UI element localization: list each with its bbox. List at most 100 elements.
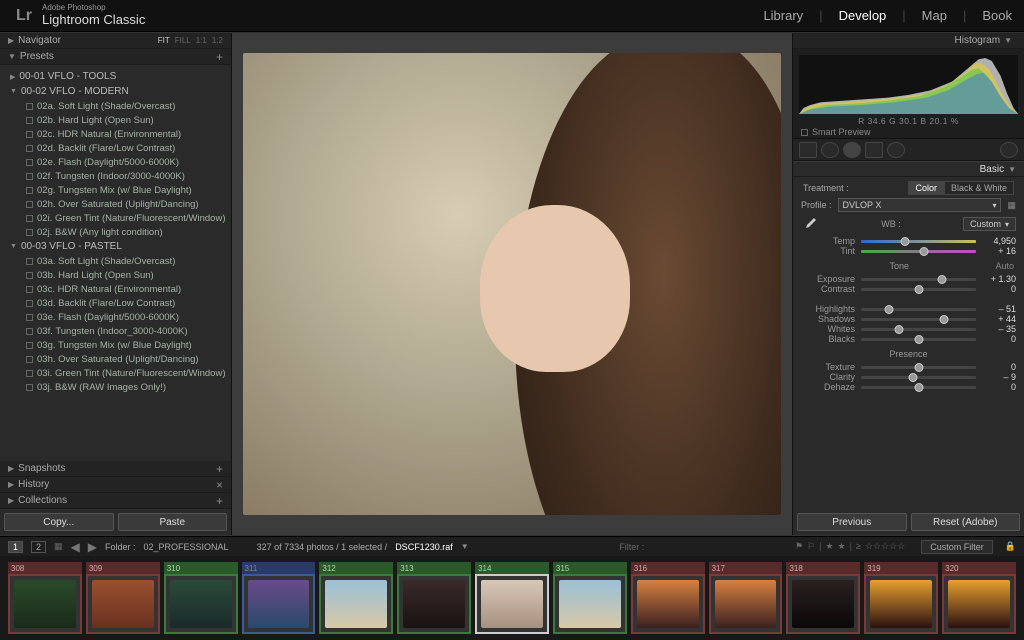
treatment-color-button[interactable]: Color [908,181,944,195]
treatment-bw-button[interactable]: Black & White [944,181,1014,195]
clear-history-icon[interactable]: × [216,478,223,492]
add-collection-icon[interactable]: + [216,494,223,508]
crop-tool-icon[interactable] [799,142,817,158]
folder-name[interactable]: 02_PROFESSIONAL [144,542,229,552]
filmstrip-thumb[interactable]: 315 [553,562,627,634]
add-snapshot-icon[interactable]: + [216,462,223,476]
add-preset-icon[interactable]: + [216,50,223,64]
preset-item[interactable]: 02c. HDR Natural (Environmental) [6,127,231,141]
slider-knob[interactable] [908,373,917,382]
zoom-1-2[interactable]: 1:2 [212,36,223,45]
second-window-button[interactable]: 2 [31,541,46,553]
zoom-fill[interactable]: FILL [175,36,191,45]
preset-item[interactable]: 02i. Green Tint (Nature/Fluorescent/Wind… [6,211,231,225]
preset-item[interactable]: 03i. Green Tint (Nature/Fluorescent/Wind… [6,366,231,380]
navigator-header[interactable]: ▶ Navigator FITFILL1:11:2 [0,33,231,49]
filmstrip-thumb[interactable]: 316 [631,562,705,634]
preset-item[interactable]: 02d. Backlit (Flare/Low Contrast) [6,141,231,155]
slider-value[interactable]: 0 [982,362,1016,372]
rating-filter-icon[interactable]: ☆☆☆☆☆ [865,541,905,552]
slider-value[interactable]: – 51 [982,304,1016,314]
slider-track[interactable] [861,318,976,321]
next-photo-button[interactable]: ▶ [88,540,97,554]
preset-item[interactable]: 03b. Hard Light (Open Sun) [6,268,231,282]
adjustment-brush-tool-icon[interactable] [1000,142,1018,158]
collections-header[interactable]: ▶ Collections+ [0,493,231,509]
slider-value[interactable]: – 35 [982,324,1016,334]
profile-select[interactable]: DVLOP X▾ [838,198,1002,212]
module-develop[interactable]: Develop [839,8,887,23]
prev-photo-button[interactable]: ◀ [71,540,80,554]
histogram[interactable]: R 34.6 G 30.1 B 20.1 % Smart Preview [793,49,1024,139]
slider-knob[interactable] [914,363,923,372]
zoom-fit[interactable]: FIT [158,36,170,45]
preset-item[interactable]: 03g. Tungsten Mix (w/ Blue Daylight) [6,338,231,352]
filmstrip-thumb[interactable]: 318 [786,562,860,634]
preset-item[interactable]: 03c. HDR Natural (Environmental) [6,282,231,296]
filmstrip-thumb[interactable]: 309 [86,562,160,634]
slider-track[interactable] [861,240,976,243]
main-window-button[interactable]: 1 [8,541,23,553]
slider-knob[interactable] [937,275,946,284]
slider-knob[interactable] [894,325,903,334]
slider-knob[interactable] [920,247,929,256]
smart-preview-indicator[interactable]: Smart Preview [801,127,871,137]
preset-item[interactable]: 02g. Tungsten Mix (w/ Blue Daylight) [6,183,231,197]
slider-knob[interactable] [914,335,923,344]
filmstrip-thumb[interactable]: 311 [242,562,316,634]
filmstrip-thumb[interactable]: 317 [709,562,783,634]
basic-panel-header[interactable]: Basic ▼ [793,161,1024,177]
slider-value[interactable]: 4,950 [982,236,1016,246]
presets-list[interactable]: ▶00-01 VFLO - TOOLS▼00-02 VFLO - MODERN0… [0,65,231,461]
slider-knob[interactable] [914,285,923,294]
preset-item[interactable]: 03h. Over Saturated (Uplight/Dancing) [6,352,231,366]
slider-knob[interactable] [900,237,909,246]
slider-track[interactable] [861,338,976,341]
preset-item[interactable]: 02j. B&W (Any light condition) [6,225,231,239]
profile-browser-icon[interactable]: ▦ [1007,200,1016,211]
preset-folder[interactable]: ▼00-02 VFLO - MODERN [6,84,231,99]
preset-item[interactable]: 03j. B&W (RAW Images Only!) [6,380,231,394]
auto-tone-button[interactable]: Auto [995,261,1014,271]
slider-knob[interactable] [884,305,893,314]
slider-track[interactable] [861,386,976,389]
previous-button[interactable]: Previous [797,513,907,531]
filter-lock-icon[interactable]: 🔒 [1005,541,1016,552]
presets-header[interactable]: ▼ Presets + [0,49,231,65]
custom-filter-select[interactable]: Custom Filter [921,540,993,554]
loupe-view[interactable] [232,33,792,535]
slider-track[interactable] [861,278,976,281]
slider-value[interactable]: + 1.30 [982,274,1016,284]
slider-track[interactable] [861,250,976,253]
eyedropper-icon[interactable] [801,215,819,233]
preset-folder[interactable]: ▼00-03 VFLO - PASTEL [6,239,231,254]
module-map[interactable]: Map [922,8,947,23]
radial-filter-tool-icon[interactable] [887,142,905,158]
copy-button[interactable]: Copy... [4,513,114,531]
filmstrip-thumb[interactable]: 312 [319,562,393,634]
module-library[interactable]: Library [763,8,803,23]
graduated-filter-tool-icon[interactable] [865,142,883,158]
preset-item[interactable]: 02b. Hard Light (Open Sun) [6,113,231,127]
filmstrip-thumb[interactable]: 320 [942,562,1016,634]
slider-knob[interactable] [939,315,948,324]
flag-picked-icon[interactable]: ⚑ [795,541,803,552]
rating-filter-icon[interactable]: ★ [825,541,833,552]
filmstrip-thumb[interactable]: 310 [164,562,238,634]
snapshots-header[interactable]: ▶ Snapshots+ [0,461,231,477]
slider-value[interactable]: 0 [982,334,1016,344]
slider-value[interactable]: + 16 [982,246,1016,256]
histogram-header[interactable]: Histogram ▼ [793,33,1024,49]
preset-folder[interactable]: ▶00-01 VFLO - TOOLS [6,69,231,84]
preset-item[interactable]: 02a. Soft Light (Shade/Overcast) [6,99,231,113]
slider-track[interactable] [861,288,976,291]
preset-item[interactable]: 02h. Over Saturated (Uplight/Dancing) [6,197,231,211]
slider-value[interactable]: + 44 [982,314,1016,324]
slider-knob[interactable] [914,383,923,392]
slider-track[interactable] [861,376,976,379]
redeye-tool-icon[interactable] [843,142,861,158]
preset-item[interactable]: 03f. Tungsten (Indoor_3000-4000K) [6,324,231,338]
filmstrip-thumb[interactable]: 319 [864,562,938,634]
filmstrip-thumb[interactable]: 313 [397,562,471,634]
preset-item[interactable]: 02e. Flash (Daylight/5000-6000K) [6,155,231,169]
